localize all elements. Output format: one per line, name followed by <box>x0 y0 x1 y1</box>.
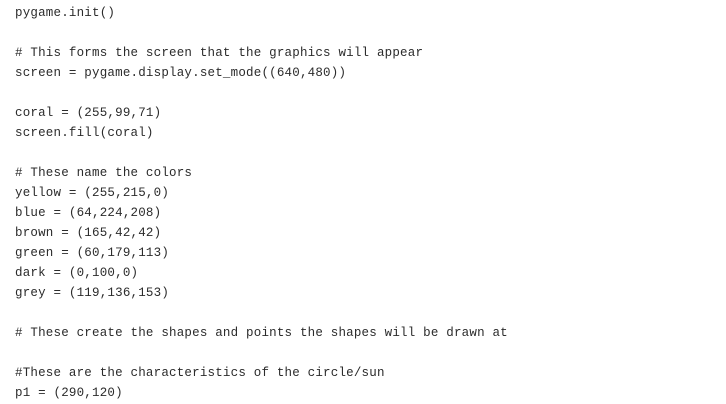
code-line: dark = (0,100,0) <box>15 266 139 280</box>
code-line: grey = (119,136,153) <box>15 286 170 300</box>
code-line: green = (60,179,113) <box>15 246 170 260</box>
code-line: screen = pygame.display.set_mode((640,48… <box>15 66 347 80</box>
code-line: pygame.init() <box>15 6 116 20</box>
code-line: # These create the shapes and points the… <box>15 326 508 340</box>
code-line: yellow = (255,215,0) <box>15 186 170 200</box>
code-line: coral = (255,99,71) <box>15 106 162 120</box>
code-line: blue = (64,224,208) <box>15 206 162 220</box>
code-editor[interactable]: pygame.init() # This forms the screen th… <box>0 0 726 404</box>
code-line: #These are the characteristics of the ci… <box>15 366 385 380</box>
code-line: p1 = (290,120) <box>15 386 123 400</box>
code-line: # This forms the screen that the graphic… <box>15 46 424 60</box>
code-line: brown = (165,42,42) <box>15 226 162 240</box>
code-line: # These name the colors <box>15 166 193 180</box>
code-line: screen.fill(coral) <box>15 126 154 140</box>
